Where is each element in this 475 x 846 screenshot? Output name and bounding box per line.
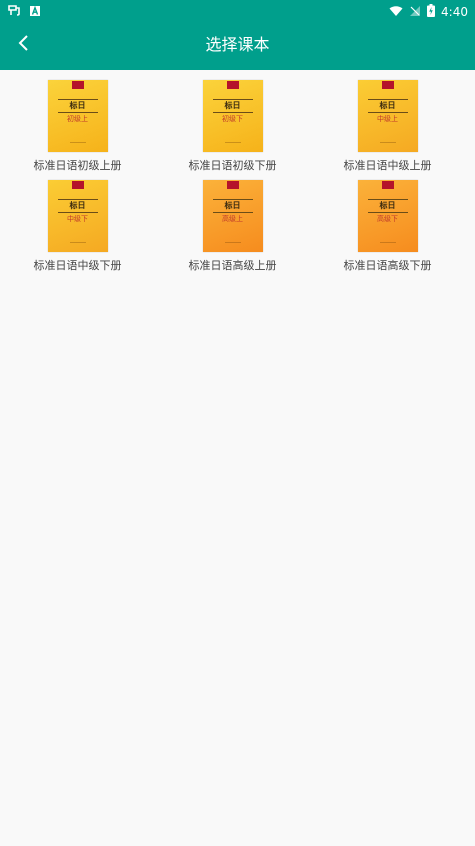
cover-title: 标日 (69, 101, 86, 110)
book-cover: 标日 中级下 (47, 180, 108, 252)
cover-subtitle: 中级下 (67, 215, 88, 223)
cover-title: 标日 (379, 201, 396, 210)
textbook-item[interactable]: 标日 初级下 标准日语初级下册 (155, 80, 310, 174)
book-cover: 标日 高级上 (202, 180, 263, 252)
cover-badge (381, 181, 394, 189)
cover-subtitle: 中级上 (377, 115, 398, 123)
textbook-item[interactable]: 标日 高级上 标准日语高级上册 (155, 180, 310, 274)
cover-badge (71, 81, 84, 89)
cover-subtitle: 高级上 (222, 215, 243, 223)
app-bar: 选择课本 (0, 20, 475, 70)
textbook-item[interactable]: 标日 初级上 标准日语初级上册 (0, 80, 155, 174)
cover-badge (226, 181, 239, 189)
no-signal-icon (409, 2, 421, 21)
cover-subtitle: 初级下 (222, 115, 243, 123)
status-time: 4:40 (441, 4, 468, 19)
book-cover: 标日 初级上 (47, 80, 108, 152)
textbook-item[interactable]: 标日 高级下 标准日语高级下册 (310, 180, 465, 274)
battery-charging-icon (427, 2, 436, 21)
status-right: 4:40 (389, 2, 468, 21)
status-left (7, 2, 41, 21)
book-label: 标准日语中级上册 (343, 159, 432, 172)
cover-subtitle: 初级上 (67, 115, 88, 123)
textbook-item[interactable]: 标日 中级下 标准日语中级下册 (0, 180, 155, 274)
cover-title: 标日 (69, 201, 86, 210)
cover-badge (381, 81, 394, 89)
book-label: 标准日语中级下册 (33, 259, 122, 272)
book-cover: 标日 高级下 (357, 180, 418, 252)
book-label: 标准日语初级下册 (188, 159, 277, 172)
keyboard-a-icon (29, 2, 41, 21)
cover-subtitle: 高级下 (377, 215, 398, 223)
book-label: 标准日语高级上册 (188, 259, 277, 272)
app-notification-icon (7, 2, 21, 21)
cover-title: 标日 (224, 201, 241, 210)
cover-badge (226, 81, 239, 89)
wifi-icon (389, 2, 403, 21)
cover-title: 标日 (379, 101, 396, 110)
book-label: 标准日语高级下册 (343, 259, 432, 272)
book-cover: 标日 中级上 (357, 80, 418, 152)
book-label: 标准日语初级上册 (33, 159, 122, 172)
textbook-item[interactable]: 标日 中级上 标准日语中级上册 (310, 80, 465, 174)
book-cover: 标日 初级下 (202, 80, 263, 152)
page-title: 选择课本 (205, 35, 270, 54)
cover-badge (71, 181, 84, 189)
cover-title: 标日 (224, 101, 241, 110)
status-bar: 4:40 (0, 0, 475, 20)
textbook-grid: 标日 初级上 标准日语初级上册 标日 初级下 标准日语初级下册 标日 中级上 标… (0, 80, 475, 274)
